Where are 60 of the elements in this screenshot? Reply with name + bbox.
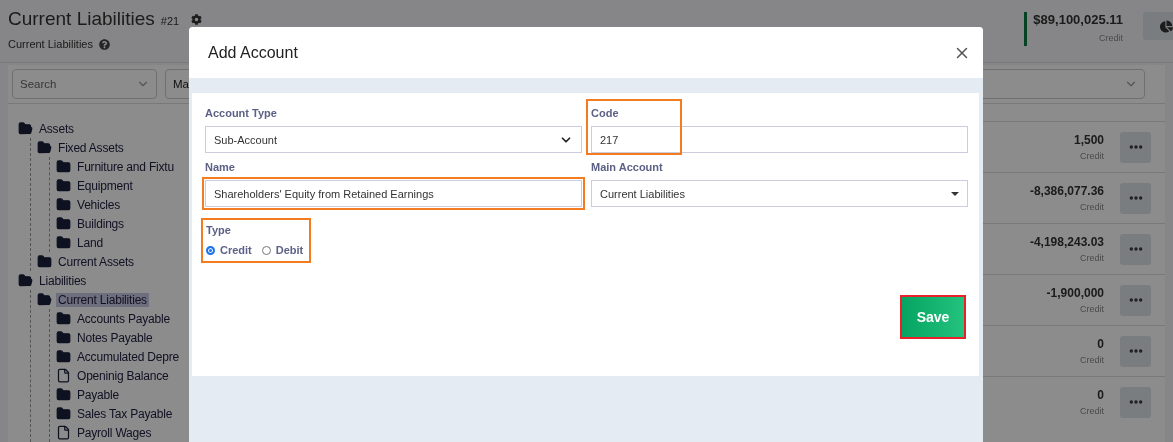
more-button[interactable] <box>1120 182 1151 214</box>
tree-item[interactable]: Equipment <box>75 178 135 193</box>
balance-amount: 0 <box>1097 388 1104 402</box>
help-icon[interactable] <box>99 38 110 50</box>
pie-chart-icon <box>1160 19 1173 33</box>
balance-side: Credit <box>1099 33 1123 43</box>
tree-item[interactable]: Land <box>75 235 105 250</box>
tree-item[interactable]: Fixed Assets <box>56 140 126 155</box>
tree-item[interactable]: Openinig Balance <box>75 368 171 383</box>
field-label: Account Type <box>205 107 278 119</box>
page-title: Current Liabilities <box>8 8 155 30</box>
balance-amount: -4,198,243.03 <box>1029 235 1104 249</box>
balance-side: Credit <box>1080 151 1104 161</box>
radio-option[interactable]: Credit <box>206 244 252 256</box>
tree-item[interactable]: Notes Payable <box>75 330 155 345</box>
more-button[interactable] <box>1120 284 1151 316</box>
tree-item[interactable]: Payroll Wages <box>75 425 154 440</box>
settings-icon[interactable] <box>191 13 203 25</box>
more-button[interactable] <box>1120 131 1151 163</box>
tree-item[interactable]: Payable <box>75 387 121 402</box>
tree-item[interactable]: Buildings <box>75 216 126 231</box>
code-input[interactable]: 217 <box>591 126 968 153</box>
balance-side: Credit <box>1080 304 1104 314</box>
field-label: Main Account <box>591 161 664 173</box>
radio-option[interactable]: Debit <box>261 244 304 256</box>
more-button[interactable] <box>1120 335 1151 367</box>
breadcrumb: Current Liabilities <box>8 38 93 50</box>
main-account-select[interactable]: Current Liabilities <box>591 180 968 207</box>
field-label: Code <box>591 107 620 119</box>
account-number: #21 <box>160 15 180 27</box>
file-icon <box>56 368 71 383</box>
field-label: Name <box>205 161 236 173</box>
balance-amount: -8,386,077.36 <box>1029 184 1104 198</box>
more-button[interactable] <box>1120 233 1151 265</box>
balance-side: Credit <box>1080 202 1104 212</box>
tree-item[interactable]: Furniture and Fixtu <box>75 159 176 174</box>
more-button[interactable] <box>1120 386 1151 418</box>
account-type-select[interactable]: Sub-Account <box>205 126 582 153</box>
balance-side: Credit <box>1080 355 1104 365</box>
field-label: Type <box>206 224 232 236</box>
dialog-title: Add Account <box>208 43 298 62</box>
caret-icon <box>951 191 959 196</box>
name-input[interactable]: Shareholders' Equity from Retained Earnings <box>205 180 582 207</box>
balance-amount: -1,900,000 <box>1046 286 1104 300</box>
tree-item[interactable]: Sales Tax Payable <box>75 406 175 421</box>
tree-item[interactable]: Current Assets <box>56 254 136 269</box>
tree-item[interactable]: Accumulated Depre <box>75 349 181 364</box>
search-select[interactable]: Search <box>12 69 157 99</box>
tree-item[interactable]: Current Liabilities <box>56 292 149 307</box>
balance-side: Credit <box>1080 253 1104 263</box>
balance-amount: 1,500 <box>1073 133 1104 147</box>
balance-amount: $89,100,025.11 <box>1033 12 1123 27</box>
tree-item[interactable]: Vehicles <box>75 197 123 212</box>
tree-item[interactable]: Liabilities <box>37 273 89 288</box>
file-icon <box>56 425 71 440</box>
balance-amount: 0 <box>1097 337 1104 351</box>
chart-button[interactable] <box>1143 12 1173 40</box>
tree-item[interactable]: Assets <box>37 121 76 136</box>
balance-side: Credit <box>1080 406 1104 416</box>
tree-item[interactable]: Accounts Payable <box>75 311 172 326</box>
